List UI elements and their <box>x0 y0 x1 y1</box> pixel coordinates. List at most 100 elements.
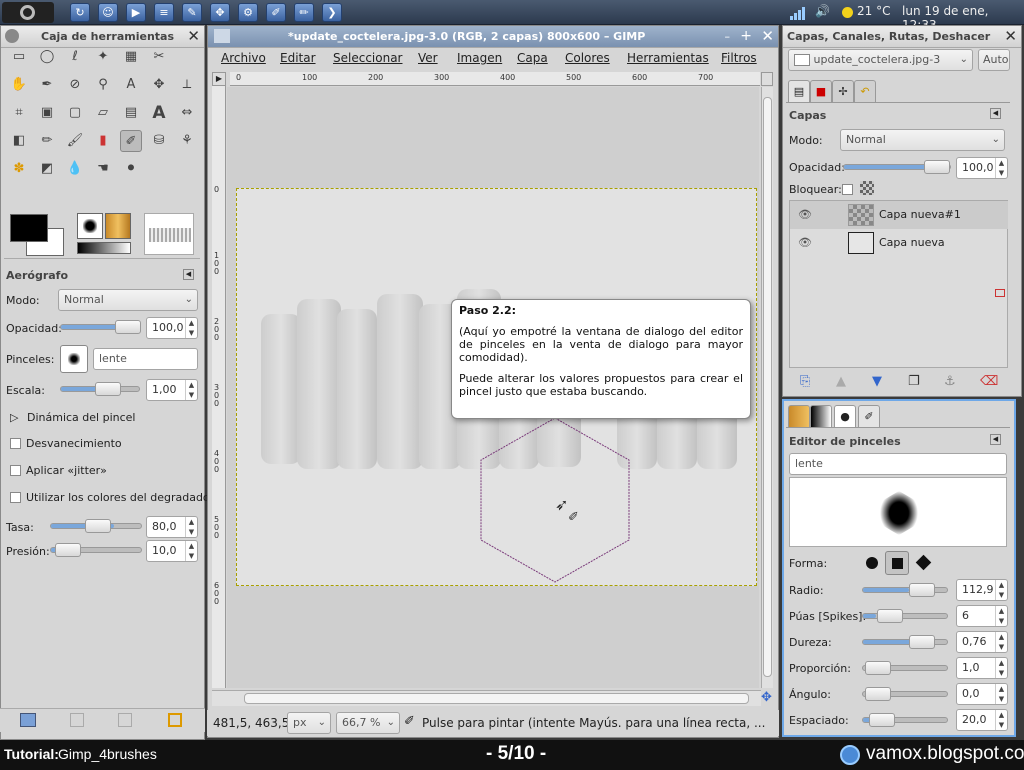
paths-icon[interactable]: ✒ <box>36 74 58 96</box>
save-options-icon[interactable] <box>20 713 36 727</box>
app-icon-5[interactable]: ✎ <box>182 3 202 22</box>
radius-slider[interactable] <box>862 583 948 597</box>
brush-name-field[interactable]: lente <box>93 348 198 370</box>
zoom-select[interactable]: 66,7 % ⌄ <box>336 712 400 734</box>
scissors-icon[interactable]: ✂ <box>148 46 170 68</box>
zoom-window-icon[interactable] <box>761 72 773 86</box>
measure-icon[interactable]: A <box>120 74 142 96</box>
duplicate-layer-icon[interactable]: ❐ <box>908 374 920 389</box>
unit-select[interactable]: px ⌄ <box>287 712 331 734</box>
menu-ver[interactable]: Ver <box>418 51 438 65</box>
tab-channels-icon[interactable]: ■ <box>810 80 832 102</box>
image-thumbnail[interactable] <box>144 213 194 255</box>
restore-options-icon[interactable] <box>70 713 84 727</box>
layer-mode-select[interactable]: Normal ⌄ <box>840 129 1005 151</box>
anchor-layer-icon[interactable]: ⚓ <box>944 374 956 389</box>
image-select[interactable]: update_coctelera.jpg-3 ⌄ <box>788 49 973 71</box>
text-icon[interactable]: A <box>148 102 170 124</box>
fuzzy-select-icon[interactable]: ✦ <box>92 46 114 68</box>
jitter-checkbox[interactable] <box>10 465 21 476</box>
flip-icon[interactable]: ⇔ <box>176 102 198 124</box>
volume-icon[interactable]: 🔊 <box>815 4 830 18</box>
tab-undo-icon[interactable]: ↶ <box>854 80 876 102</box>
layer-row[interactable]: 👁 Capa nueva <box>790 229 1008 257</box>
signal-icon[interactable] <box>790 6 806 20</box>
layer-opacity-spin[interactable]: 100,0 ▲ ▼ <box>956 157 1008 179</box>
paintbrush-icon[interactable]: 🖌 <box>64 130 86 152</box>
scale-spin[interactable]: 1,00 ▲ ▼ <box>146 379 198 401</box>
panel-menu-icon[interactable]: ◀ <box>183 269 194 280</box>
foreground-color-top[interactable] <box>10 214 48 242</box>
navigate-icon[interactable]: ✥ <box>761 690 772 705</box>
menu-editar[interactable]: Editar <box>280 51 316 65</box>
angle-spin[interactable]: 0,0 ▲ ▼ <box>956 683 1008 705</box>
gimp-logo-icon[interactable] <box>2 2 54 23</box>
hardness-spin[interactable]: 0,76 ▲ ▼ <box>956 631 1008 653</box>
rotate-icon[interactable]: ▣ <box>36 102 58 124</box>
shear-icon[interactable]: ▱ <box>92 102 114 124</box>
clone-icon[interactable]: ⚘ <box>176 130 198 152</box>
mode-select[interactable]: Normal ⌄ <box>58 289 198 311</box>
auto-button[interactable]: Auto <box>978 49 1010 71</box>
color-select-icon[interactable]: ▦ <box>120 46 142 68</box>
gradient-icon[interactable]: ◧ <box>8 130 30 152</box>
perspective-clone-icon[interactable]: ◩ <box>36 158 58 180</box>
app-icon-10[interactable]: ❯ <box>322 3 342 22</box>
window-menu-icon[interactable] <box>214 29 230 43</box>
pressure-slider[interactable] <box>50 543 142 557</box>
close-icon[interactable]: ✕ <box>761 26 774 47</box>
app-icon-2[interactable]: ☺ <box>98 3 118 22</box>
app-icon-6[interactable]: ✥ <box>210 3 230 22</box>
hardness-slider[interactable] <box>862 635 948 649</box>
lower-layer-icon[interactable]: ▼ <box>872 374 882 389</box>
ellipse-select-icon[interactable]: ◯ <box>36 46 58 68</box>
app-icon-9[interactable]: ✏ <box>294 3 314 22</box>
lock-alpha-icon[interactable] <box>860 181 874 195</box>
zoom-icon[interactable]: ⚲ <box>92 74 114 96</box>
eye-icon[interactable]: 👁 <box>798 229 812 257</box>
menu-filtros[interactable]: Filtros <box>721 51 757 65</box>
gradient-colors-checkbox[interactable] <box>10 492 21 503</box>
brush-button-icon[interactable] <box>60 345 88 373</box>
angle-slider[interactable] <box>862 687 948 701</box>
menu-archivo[interactable]: Archivo <box>221 51 266 65</box>
app-icon-3[interactable]: ▶ <box>126 3 146 22</box>
ratio-slider[interactable] <box>862 661 948 675</box>
lasso-icon[interactable]: ℓ <box>64 46 86 68</box>
menu-herramientas[interactable]: Herramientas <box>627 51 709 65</box>
horizontal-scrollbar[interactable] <box>212 690 761 706</box>
weather-temp[interactable]: 21 °C <box>857 4 890 18</box>
crop-icon[interactable]: ⌗ <box>8 102 30 124</box>
foreground-select-icon[interactable]: ✋ <box>8 74 30 96</box>
layer-opacity-slider[interactable] <box>843 160 951 174</box>
panel-menu-icon[interactable]: ◀ <box>990 434 1001 445</box>
spacing-slider[interactable] <box>862 713 948 727</box>
menu-imagen[interactable]: Imagen <box>457 51 502 65</box>
raise-layer-icon[interactable]: ▲ <box>836 374 846 389</box>
tab-brush-editor-icon[interactable]: ✐ <box>858 405 880 427</box>
site-url[interactable]: vamox.blogspot.com <box>866 743 1024 765</box>
scale-icon[interactable]: ▢ <box>64 102 86 124</box>
app-icon-8[interactable]: ✐ <box>266 3 286 22</box>
menu-colores[interactable]: Colores <box>565 51 610 65</box>
eye-icon[interactable]: 👁 <box>798 201 812 229</box>
panel-menu-icon[interactable]: ◀ <box>990 108 1001 119</box>
blur-icon[interactable]: 💧 <box>64 158 86 180</box>
pressure-spin[interactable]: 10,0 ▲ ▼ <box>146 540 198 562</box>
circle-shape-icon[interactable] <box>866 557 878 569</box>
close-icon[interactable]: ✕ <box>1004 26 1017 47</box>
rate-slider[interactable] <box>50 519 142 533</box>
close-icon[interactable]: ✕ <box>187 26 200 47</box>
maximize-icon[interactable]: + <box>740 26 752 47</box>
color-picker-icon[interactable]: ⊘ <box>64 74 86 96</box>
delete-options-icon[interactable] <box>118 713 132 727</box>
airbrush-icon[interactable]: ✐ <box>120 130 142 152</box>
tab-layers-icon[interactable]: ▤ <box>788 80 810 102</box>
smudge-icon[interactable]: ☚ <box>92 158 114 180</box>
app-icon-4[interactable]: ≡ <box>154 3 174 22</box>
rect-select-icon[interactable]: ▭ <box>8 46 30 68</box>
new-layer-icon[interactable]: ⎘ <box>800 374 810 389</box>
brush-preview-icon[interactable] <box>77 213 103 239</box>
ink-icon[interactable]: ⛁ <box>148 130 170 152</box>
opacity-slider[interactable] <box>60 320 141 334</box>
